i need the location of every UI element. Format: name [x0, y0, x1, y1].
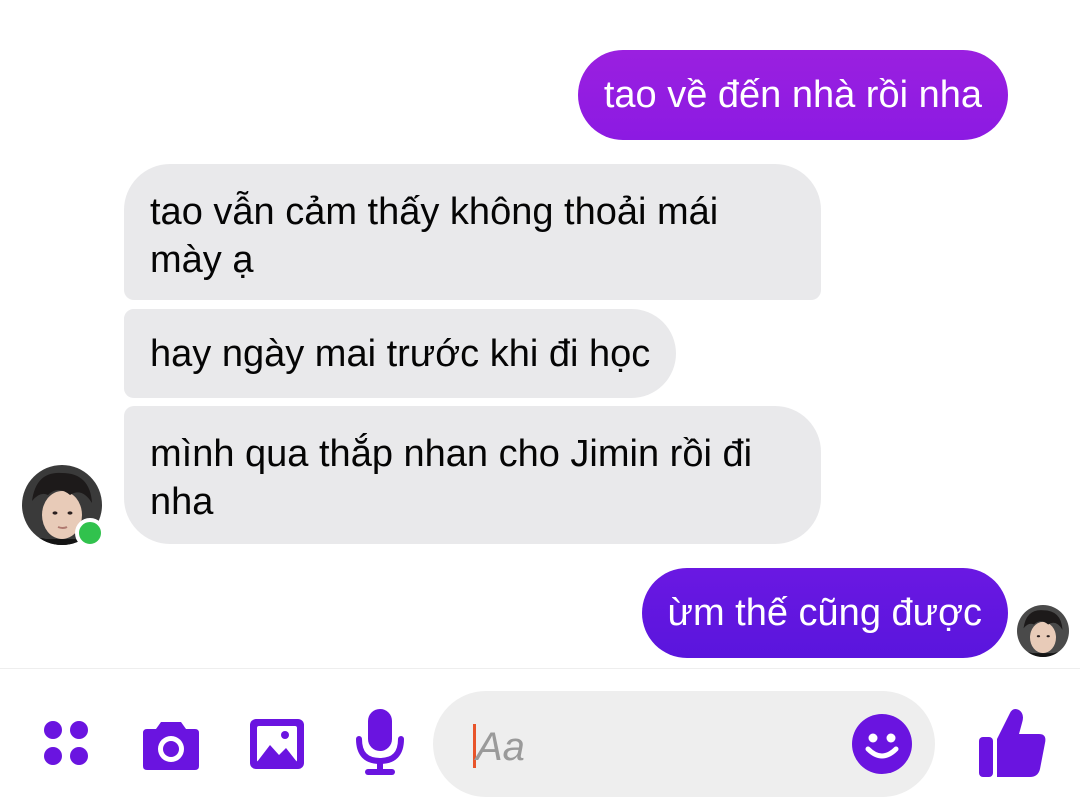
gallery-button[interactable]: [244, 711, 310, 777]
more-actions-button[interactable]: [36, 713, 96, 773]
thumbs-up-icon: [979, 709, 1046, 777]
more-actions-icon: [44, 721, 88, 765]
voice-button[interactable]: [350, 705, 410, 779]
emoji-icon: [852, 714, 912, 774]
online-status-dot: [75, 518, 105, 548]
avatar-image: [1017, 605, 1069, 657]
like-button[interactable]: [972, 703, 1052, 783]
microphone-icon: [356, 709, 404, 775]
gallery-icon: [250, 719, 304, 769]
received-message-bubble[interactable]: mình qua thắp nhan cho Jimin rồi đi nha: [124, 406, 821, 544]
received-message-bubble[interactable]: tao vẫn cảm thấy không thoải mái mày ạ: [124, 164, 821, 300]
message-composer: Aa: [0, 669, 1080, 804]
emoji-button[interactable]: [851, 713, 913, 775]
sent-message-bubble[interactable]: ừm thế cũng được: [641, 568, 1008, 658]
received-message-bubble[interactable]: hay ngày mai trước khi đi học: [124, 309, 677, 398]
camera-icon: [143, 722, 199, 770]
camera-button[interactable]: [138, 711, 204, 777]
message-thread: tao về đến nhà rồi nha tao vẫn cảm thấy …: [0, 0, 1080, 668]
message-input[interactable]: Aa: [433, 691, 935, 797]
input-placeholder: Aa: [476, 725, 525, 769]
sent-message-bubble[interactable]: tao về đến nhà rồi nha: [577, 50, 1008, 140]
seen-avatar: [1017, 605, 1069, 657]
